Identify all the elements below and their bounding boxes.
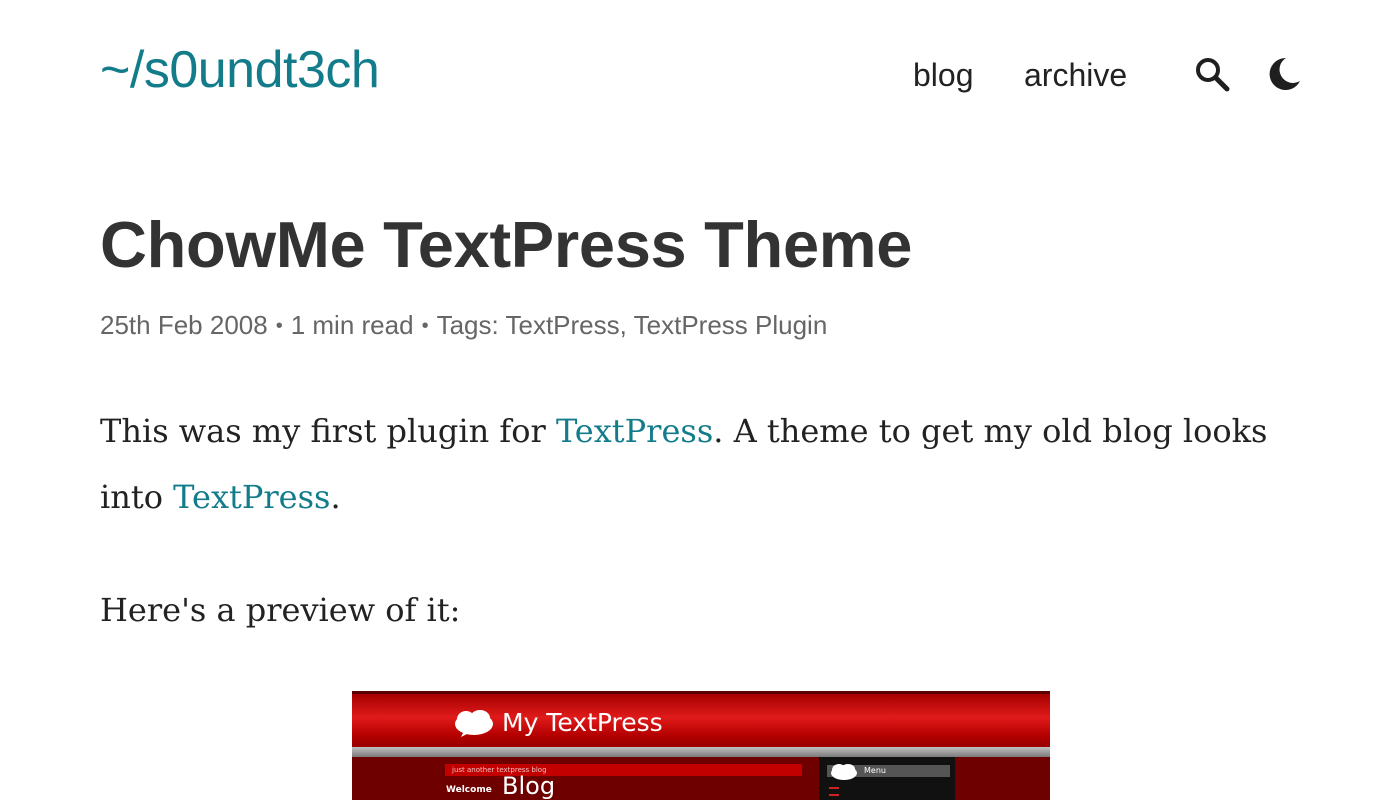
post-date: 25th Feb 2008 [100,310,268,340]
textpress-link[interactable]: TextPress [173,478,330,516]
meta-separator: • [275,315,283,337]
post-tags-label: Tags: [436,310,499,340]
preview-sidebar-link [829,794,839,796]
post-title: ChowMe TextPress Theme [100,208,913,281]
paragraph-text: . [330,478,341,516]
theme-preview-image: My TextPress just another textpress blog… [352,691,1050,800]
preview-site-name: My TextPress [502,708,663,737]
search-icon[interactable] [1192,54,1232,94]
post-paragraph: This was my first plugin for TextPress. … [100,398,1300,530]
post-read-time: 1 min read [290,310,414,340]
cloud-icon [455,710,493,737]
post-meta: 25th Feb 2008 • 1 min read • Tags: TextPress… [100,306,827,345]
preview-sidebar-link [829,787,839,789]
preview-welcome: Welcome [446,785,492,795]
post-body: This was my first plugin for TextPress. … [100,398,1300,643]
preview-blog-heading: Blog [502,772,556,800]
preview-menu-label: Menu [864,766,886,775]
tag-link-textpress-plugin[interactable]: TextPress Plugin [634,310,828,340]
site-title-link[interactable]: ~/s0undt3ch [100,36,380,104]
meta-separator: • [421,315,429,337]
nav-link-archive[interactable]: archive [1024,48,1127,102]
textpress-link[interactable]: TextPress [556,412,713,450]
moon-icon[interactable] [1264,54,1304,94]
cloud-icon [831,764,857,780]
paragraph-text: This was my first plugin for [100,412,556,450]
tag-link-textpress[interactable]: TextPress [506,310,620,340]
tag-delimiter: , [619,310,627,340]
nav-link-blog[interactable]: blog [913,48,974,102]
preview-divider [352,747,1050,757]
post-paragraph: Here's a preview of it: [100,591,461,629]
